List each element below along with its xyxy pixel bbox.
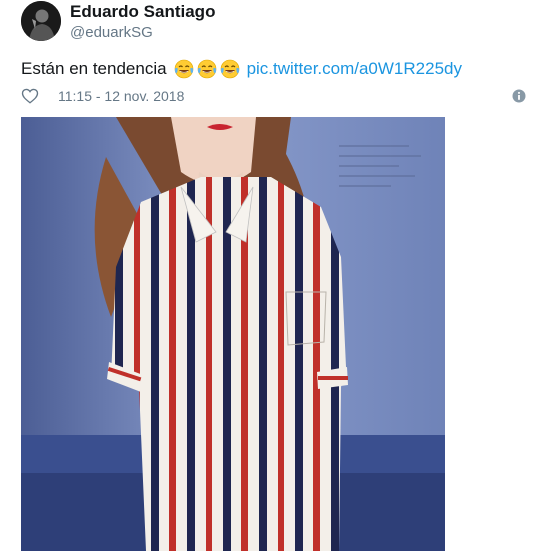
face-with-tears-of-joy-icon — [174, 59, 193, 79]
striped-shirt-photo — [21, 117, 445, 551]
tweet-text-body: Están en tendencia — [21, 59, 167, 78]
tweet-meta: 11:15 - 12 nov. 2018 — [21, 86, 526, 106]
user-handle[interactable]: @eduarkSG — [70, 24, 153, 41]
tweet-photo[interactable] — [21, 117, 445, 551]
heart-icon[interactable] — [21, 87, 39, 105]
media-link[interactable]: pic.twitter.com/a0W1R225dy — [247, 59, 462, 79]
face-with-tears-of-joy-icon — [197, 59, 216, 79]
avatar-photo — [21, 1, 61, 41]
face-with-tears-of-joy-icon — [220, 59, 239, 79]
avatar[interactable] — [21, 1, 61, 41]
tweet-card: Eduardo Santiago @eduarkSG Están en tend… — [0, 0, 539, 551]
tweet-text: Están en tendencia pic.twitter.com/a0W1R… — [21, 59, 462, 79]
timestamp[interactable]: 11:15 - 12 nov. 2018 — [58, 88, 184, 104]
display-name[interactable]: Eduardo Santiago — [70, 2, 215, 22]
info-icon[interactable] — [512, 89, 526, 103]
